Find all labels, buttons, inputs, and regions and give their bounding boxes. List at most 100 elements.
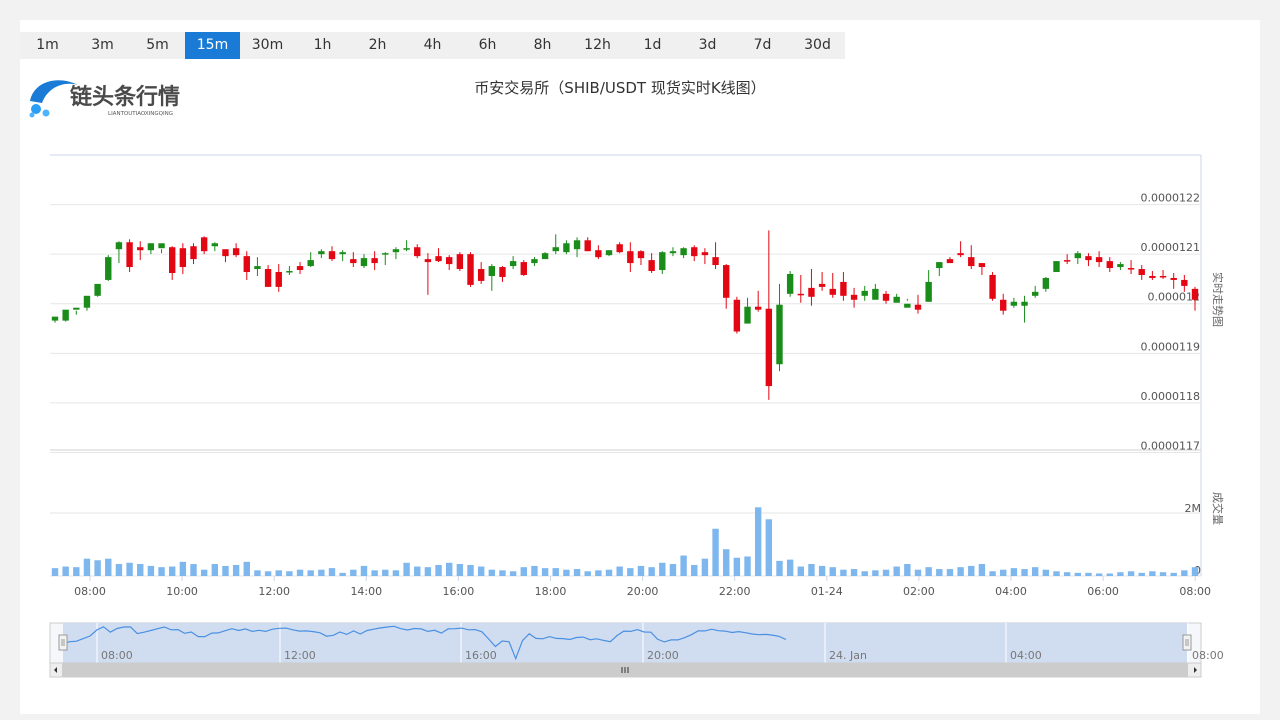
volume-bar [477,566,485,576]
candle-down [914,304,922,310]
volume-bar [882,569,890,576]
candle-down [179,248,187,268]
volume-bar [158,567,165,576]
volume-bar [914,569,922,576]
time-tick-label: 12:00 [258,585,290,598]
candle-up [669,251,677,254]
candle-down [882,293,890,301]
candle-down [1000,299,1007,311]
candlestick-chart: 0.00001220.00001210.0000120.00001190.000… [49,154,1225,678]
candle-down [616,244,623,253]
candle-down [1159,275,1167,278]
volume-bar [318,569,325,576]
handle-body [1182,634,1192,651]
price-tick-label: 0.0000122 [1141,192,1201,205]
candle-down [126,242,133,268]
volume-tick-label: 2M [1185,502,1202,515]
volume-bar [126,562,133,576]
navigator-time-label: 04:00 [1010,649,1042,662]
volume-bar [861,571,868,576]
volume-bar [936,569,943,576]
candle-down [627,251,634,264]
candle-down [456,254,464,270]
volume-bar [1181,570,1188,576]
volume-bar [51,568,59,576]
candle-up [382,253,389,255]
candle-up [1021,301,1028,306]
volume-bar [392,570,400,576]
volume-bar [211,564,219,576]
volume-bar [786,559,794,576]
candle-up [563,243,570,253]
time-tick-label: 16:00 [443,585,475,598]
candle-up [776,304,783,365]
navigator-time-label: 20:00 [647,649,679,662]
volume-bar [904,564,911,576]
handle-body [58,634,68,651]
time-tick-label: 14:00 [350,585,382,598]
volume-bar [190,564,197,576]
candle-up [1042,277,1050,289]
candle-down [733,299,741,332]
candle-up [488,266,496,276]
time-tick-label: 22:00 [719,585,751,598]
candle-down [275,272,282,287]
candle-down [243,256,250,273]
volume-bar [1042,569,1050,576]
volume-bar [573,569,581,576]
candle-down [1095,257,1103,263]
volume-bar [456,564,464,576]
candle-up [904,303,911,308]
volume-bar [286,571,293,576]
volume-bar [254,570,261,576]
candle-down [968,257,975,267]
volume-bar [1138,572,1145,576]
volume-bar [850,569,858,576]
candle-down [296,266,304,271]
volume-bar [243,561,250,576]
time-tick-label: 10:00 [166,585,198,598]
time-tick-label: 18:00 [535,585,567,598]
volume-bar [531,565,538,576]
candle-down [200,237,208,252]
volume-bar [350,569,357,576]
candle-up [158,243,165,249]
volume-bar [73,567,80,576]
candle-down [701,252,709,256]
candle-down [446,257,453,265]
volume-bar [499,570,506,576]
candle-down [222,249,229,257]
candle-down [691,247,698,257]
candle-down [754,306,762,310]
volume-bar [637,565,645,576]
volume-bar [712,528,719,576]
navigator-time-label: 08:00 [1192,649,1224,662]
candle-up [925,281,932,302]
volume-bar [403,562,410,576]
volume-bar [1127,571,1135,576]
volume-bar [509,571,517,576]
candle-down [232,248,240,256]
navigator-right-handle[interactable] [1182,634,1192,651]
candle-up [211,243,219,247]
volume-bar [414,566,421,576]
candle-up [744,306,751,324]
candle-down [520,262,527,275]
candle-down [414,247,421,257]
candle-down [264,269,272,287]
candle-up [541,253,549,260]
volume-bar [62,566,69,576]
volume-bar [488,569,496,576]
volume-bar [627,568,634,576]
candle-down [808,287,815,297]
candle-up [94,283,101,296]
volume-bar [94,560,101,576]
navigator-left-handle[interactable] [58,634,68,651]
volume-bar [818,565,826,576]
volume-bar [435,564,442,576]
candle-down [1191,288,1199,300]
volume-bar [754,507,762,576]
candle-up [680,248,687,256]
volume-bar [275,570,282,576]
candle-up [392,249,400,253]
